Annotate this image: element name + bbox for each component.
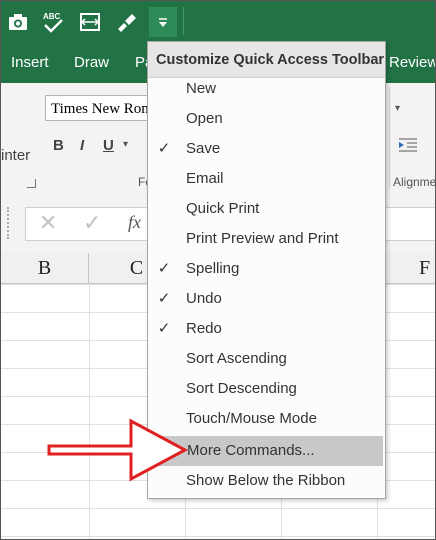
toolbar-separator [183,7,184,35]
menu-item-new[interactable]: New [148,74,385,104]
ribbon-separator [389,87,390,187]
bold-button[interactable]: B [53,137,64,154]
menu-item-label: More Commands... [187,442,315,459]
menu-item-redo[interactable]: ✓ Redo [148,314,385,344]
menu-item-label: Sort Descending [186,380,297,397]
column-header-b[interactable]: B [1,253,89,283]
excel-window: ABC Insert Draw Pa Review Times New Roma… [0,0,436,540]
resize-handle[interactable] [7,207,13,239]
format-painter-label[interactable]: inter [1,147,30,164]
menu-item-label: Open [186,110,223,127]
menu-item-label: Touch/Mouse Mode [186,410,317,427]
menu-item-quick-print[interactable]: Quick Print [148,194,385,224]
menu-item-save[interactable]: ✓ Save [148,134,385,164]
chevron-down-icon [159,18,167,27]
underline-dropdown-icon[interactable]: ▾ [123,139,128,150]
check-icon: ✓ [157,260,171,277]
orientation-dropdown-icon[interactable]: ▾ [395,103,400,114]
check-icon: ✓ [157,140,171,157]
menu-item-label: Save [186,140,221,157]
indent-icon[interactable] [399,137,417,158]
underline-button[interactable]: U [103,137,114,154]
function-icon[interactable]: fx [128,212,141,233]
spelling-icon[interactable]: ABC [40,9,66,35]
menu-item-label: Sort Ascending [186,350,287,367]
tab-draw[interactable]: Draw [74,54,109,71]
camera-icon[interactable] [5,9,31,35]
touch-mode-icon[interactable] [77,9,103,35]
font-name-box[interactable]: Times New Roman [45,95,149,121]
menu-item-label: Spelling [186,260,240,277]
format-painter-icon[interactable] [114,9,140,35]
menu-item-label: Show Below the Ribbon [186,472,346,489]
menu-item-label: Undo [186,290,222,307]
check-icon: ✓ [157,320,171,337]
customize-toolbar-dropdown[interactable] [149,7,177,37]
menu-item-print-preview-and-print[interactable]: Print Preview and Print [148,224,385,254]
enter-icon[interactable]: ✓ [83,210,101,236]
menu-item-label: Email [186,170,224,187]
svg-text:ABC: ABC [43,12,61,21]
menu-item-label: Print Preview and Print [186,230,339,247]
menu-item-open[interactable]: Open [148,104,385,134]
alignment-group-label: Alignme [393,175,436,189]
menu-item-email[interactable]: Email [148,164,385,194]
menu-item-label: New [186,80,217,97]
menu-item-sort-descending[interactable]: Sort Descending [148,374,385,404]
menu-item-sort-ascending[interactable]: Sort Ascending [148,344,385,374]
red-arrow-annotation [47,418,189,482]
check-icon: ✓ [157,290,171,307]
menu-item-undo[interactable]: ✓ Undo [148,284,385,314]
menu-item-spelling[interactable]: ✓ Spelling [148,254,385,284]
tab-insert[interactable]: Insert [11,54,49,71]
cancel-icon[interactable]: ✕ [39,210,57,236]
tab-review[interactable]: Review [389,54,435,71]
italic-button[interactable]: I [80,137,84,154]
menu-item-label: Quick Print [186,200,260,217]
clipboard-launcher-icon[interactable] [27,179,36,188]
quick-access-toolbar: ABC [1,1,435,43]
menu-title: Customize Quick Access Toolbar [148,42,385,78]
menu-item-label: Redo [186,320,222,337]
